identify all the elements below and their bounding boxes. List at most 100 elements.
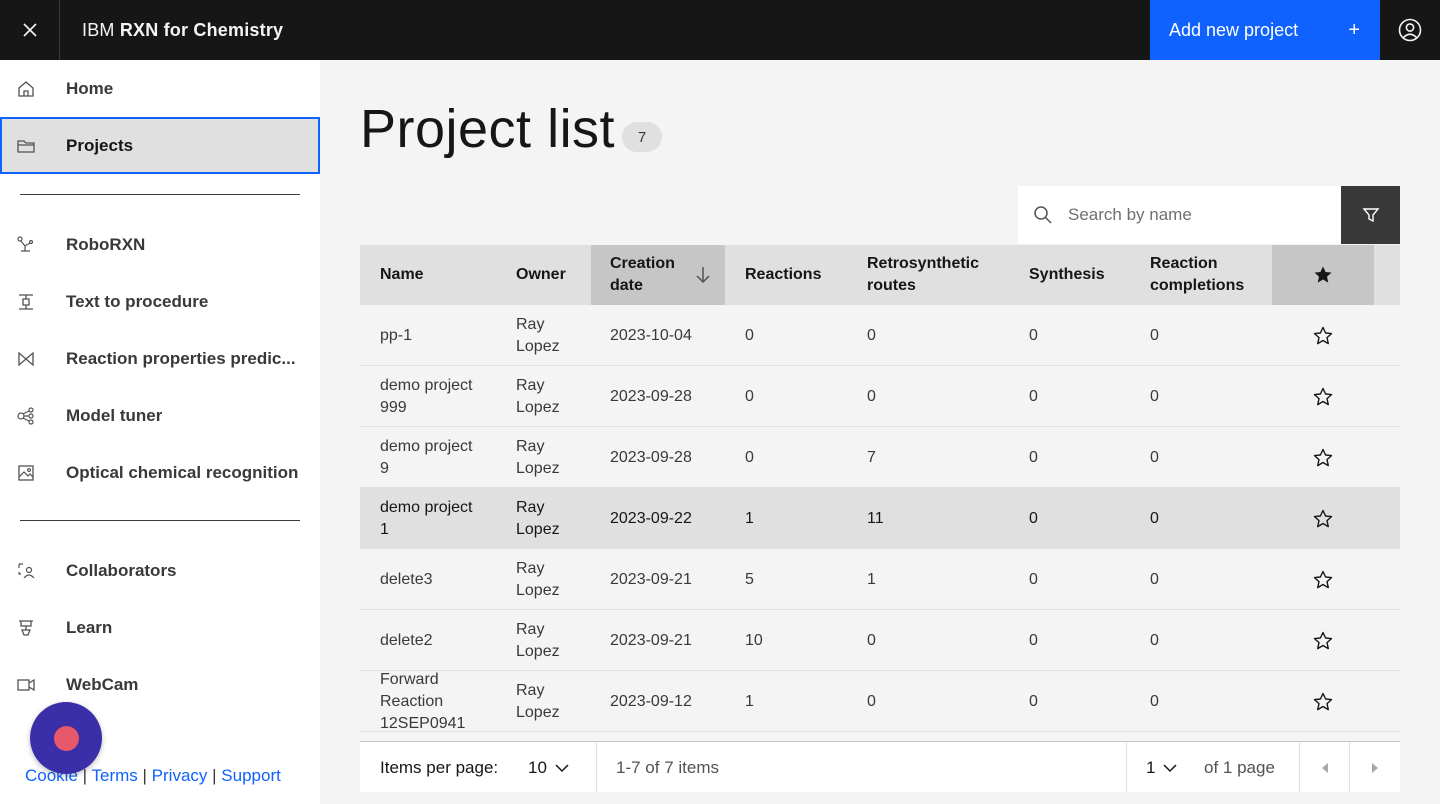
table-row[interactable]: demo project 9 Ray Lopez 2023-09-28 0 7 0 0 <box>360 427 1400 488</box>
column-header-reactions[interactable]: Reactions <box>725 245 847 305</box>
cell-text: 0 <box>1029 326 1038 344</box>
cell-text: 10 <box>745 631 763 649</box>
sidebar-item-webcam[interactable]: WebCam <box>0 656 320 713</box>
cell-creation-date: 2023-09-22 <box>591 488 725 549</box>
cell-reactions: 0 <box>725 305 847 366</box>
close-menu-button[interactable] <box>0 0 60 60</box>
header-label: Owner <box>516 266 566 283</box>
project-count-badge: 7 <box>622 122 662 152</box>
support-link[interactable]: Support <box>221 766 281 785</box>
column-header-reaction-completions[interactable]: Reaction completions <box>1130 245 1272 305</box>
sort-descending-icon <box>696 267 710 284</box>
favorite-toggle[interactable] <box>1272 427 1374 488</box>
sidebar-item-model-tuner[interactable]: Model tuner <box>0 387 320 444</box>
favorite-toggle[interactable] <box>1272 549 1374 610</box>
star-outline-icon <box>1313 570 1333 588</box>
table-row[interactable]: Forward Reaction 12SEP0941 Ray Lopez 2023-… <box>360 671 1400 732</box>
cell-text: 2023-09-28 <box>610 387 692 405</box>
favorite-toggle[interactable] <box>1272 488 1374 549</box>
table-row[interactable]: delete2 Ray Lopez 2023-09-21 10 0 0 0 <box>360 610 1400 671</box>
favorite-toggle[interactable] <box>1272 305 1374 366</box>
add-new-project-button[interactable]: Add new project + <box>1150 0 1380 60</box>
table-row[interactable]: delete3 Ray Lopez 2023-09-21 5 1 0 0 <box>360 549 1400 610</box>
star-outline-icon <box>1313 631 1333 649</box>
cell-owner: Ray Lopez <box>496 610 591 671</box>
collaborators-icon <box>16 561 36 581</box>
column-header-synthesis[interactable]: Synthesis <box>1009 245 1130 305</box>
brand-prefix: IBM <box>82 19 115 40</box>
cell-reaction-completions: 0 <box>1130 366 1272 427</box>
items-per-page-label: Items per page: <box>380 758 499 777</box>
record-floating-button[interactable] <box>30 702 102 774</box>
sidebar-item-roborxn[interactable]: RoboRXN <box>0 216 320 273</box>
close-icon <box>22 23 37 37</box>
of-pages-label: of 1 page <box>1204 758 1275 777</box>
cell-name: delete2 <box>360 610 496 671</box>
footer-separator: | <box>142 766 147 785</box>
cell-text: 0 <box>1029 387 1038 405</box>
filter-button[interactable] <box>1341 186 1400 244</box>
user-avatar-icon <box>1398 18 1422 42</box>
sidebar-item-collaborators[interactable]: Collaborators <box>0 542 320 599</box>
terms-link[interactable]: Terms <box>92 766 138 785</box>
sidebar-nav: Home Projects RoboRXN Text to procedure … <box>0 60 320 804</box>
cell-text: Forward Reaction 12SEP0941 <box>380 670 466 732</box>
favorite-toggle[interactable] <box>1272 671 1374 732</box>
page-select[interactable]: 1 <box>1146 758 1177 778</box>
column-header-owner[interactable]: Owner <box>496 245 591 305</box>
cell-owner: Ray Lopez <box>496 427 591 488</box>
cell-text: 1 <box>745 509 754 527</box>
cell-name: demo project 999 <box>360 366 496 427</box>
column-header-name[interactable]: Name <box>360 245 496 305</box>
column-header-retrosynthetic-routes[interactable]: Retrosynthetic routes <box>847 245 1009 305</box>
next-page-button[interactable] <box>1350 742 1400 793</box>
table-row[interactable]: pp-1 Ray Lopez 2023-10-04 0 0 0 0 <box>360 305 1400 366</box>
sidebar-item-projects[interactable]: Projects <box>0 117 320 174</box>
search-box[interactable] <box>1018 186 1341 244</box>
cell-text: demo project 9 <box>380 437 473 477</box>
header-label: Retrosynthetic routes <box>867 255 980 294</box>
sidebar-item-label: Projects <box>66 135 134 155</box>
cell-name: Forward Reaction 12SEP0941 <box>360 671 496 732</box>
star-outline-icon <box>1313 387 1333 405</box>
star-filled-icon <box>1314 266 1332 283</box>
pagination-bar: Items per page: 10 1-7 of 7 items 1 of 1… <box>360 741 1400 793</box>
previous-page-button[interactable] <box>1300 742 1350 793</box>
cell-text: Ray Lopez <box>516 315 560 355</box>
sidebar-item-text-to-procedure[interactable]: Text to procedure <box>0 273 320 330</box>
header-label: Name <box>380 266 424 283</box>
table-row[interactable]: demo project 999 Ray Lopez 2023-09-28 0 0 0 0 <box>360 366 1400 427</box>
cell-text: Ray Lopez <box>516 376 560 416</box>
caret-left-icon <box>1322 762 1328 773</box>
footer-separator: | <box>212 766 217 785</box>
user-profile-button[interactable] <box>1380 0 1440 60</box>
sidebar-item-optical-recognition[interactable]: Optical chemical recognition <box>0 444 320 501</box>
cell-text: 0 <box>1150 570 1159 588</box>
cell-retrosynthetic-routes: 1 <box>847 549 1009 610</box>
table-row[interactable]: demo project 1 Ray Lopez 2023-09-22 1 11 0 0 <box>360 488 1400 549</box>
cell-owner: Ray Lopez <box>496 549 591 610</box>
search-input[interactable] <box>1068 186 1338 244</box>
cell-text: Ray Lopez <box>516 498 560 538</box>
app-brand[interactable]: IBM RXN for Chemistry <box>60 20 283 41</box>
cell-reaction-completions: 0 <box>1130 305 1272 366</box>
favorite-toggle[interactable] <box>1272 366 1374 427</box>
cell-text: 2023-09-12 <box>610 692 692 710</box>
cell-text: 1 <box>745 692 754 710</box>
cell-reactions: 10 <box>725 610 847 671</box>
cell-text: Ray Lopez <box>516 559 560 599</box>
procedure-icon <box>16 292 36 312</box>
column-header-creation-date[interactable]: Creation date <box>591 245 725 305</box>
sidebar-item-label: Collaborators <box>66 560 177 580</box>
cell-text: 1 <box>867 570 876 588</box>
sidebar-item-home[interactable]: Home <box>0 60 320 117</box>
cell-text: 0 <box>1029 509 1038 527</box>
cell-text: delete3 <box>380 570 433 588</box>
column-header-favorite[interactable] <box>1272 245 1374 305</box>
favorite-toggle[interactable] <box>1272 610 1374 671</box>
sidebar-item-learn[interactable]: Learn <box>0 599 320 656</box>
items-per-page-select[interactable]: 10 <box>528 758 569 778</box>
privacy-link[interactable]: Privacy <box>152 766 208 785</box>
filter-icon <box>1362 208 1379 223</box>
sidebar-item-reaction-properties[interactable]: Reaction properties predic... <box>0 330 320 387</box>
